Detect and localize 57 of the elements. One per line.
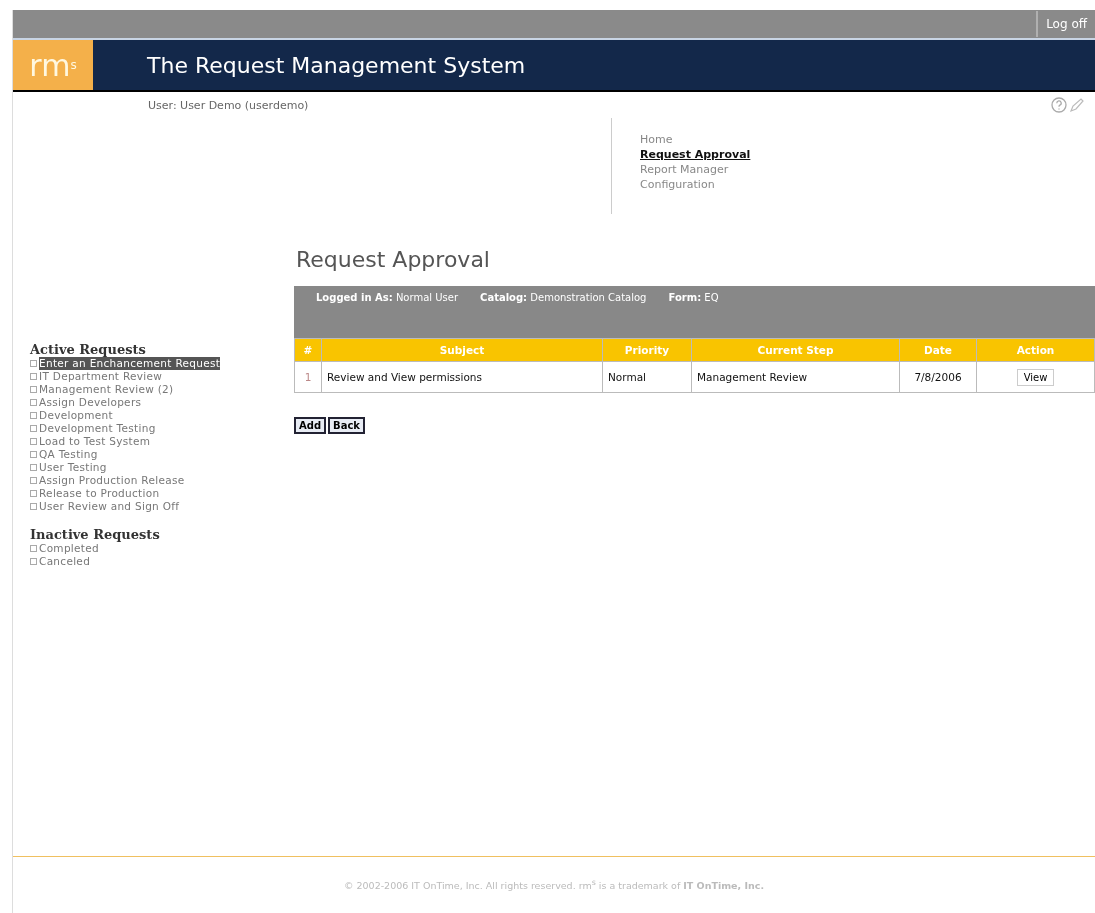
square-icon <box>30 399 37 406</box>
square-icon <box>30 412 37 419</box>
square-icon <box>30 503 37 510</box>
column-header: Action <box>976 338 1095 362</box>
info-text: Logged in As: Normal User <box>316 292 459 305</box>
table-cell: Review and View permissions <box>321 361 603 393</box>
sidebar-item[interactable]: Enter an Enchancement Request <box>39 357 221 370</box>
column-header: Subject <box>321 338 603 362</box>
sidebar-item[interactable]: User Review and Sign Off <box>39 500 180 513</box>
sidebar-item[interactable]: Release to Production <box>39 487 160 500</box>
square-icon <box>30 425 37 432</box>
sidebar-item[interactable]: User Testing <box>39 461 107 474</box>
sidebar-item[interactable]: Development <box>39 409 113 422</box>
table-cell: 7/8/2006 <box>899 361 977 393</box>
nav-link[interactable]: Configuration <box>640 177 751 192</box>
column-header: Priority <box>602 338 692 362</box>
info-text: Catalog: Demonstration Catalog <box>480 292 647 305</box>
sidebar-item[interactable]: Load to Test System <box>39 435 151 448</box>
column-header: # <box>294 338 322 362</box>
logo: rm$^{s}$ <box>13 40 93 90</box>
sidebar-item[interactable]: IT Department Review <box>39 370 163 383</box>
square-icon <box>30 477 37 484</box>
nav-link[interactable]: Report Manager <box>640 162 751 177</box>
pen-icon[interactable] <box>1069 97 1085 113</box>
sidebar-item[interactable]: QA Testing <box>39 448 98 461</box>
square-icon <box>30 558 37 565</box>
info-text: Form: EQ <box>668 292 719 305</box>
view-button[interactable]: View <box>1016 368 1055 386</box>
square-icon <box>30 373 37 380</box>
square-icon <box>30 451 37 458</box>
nav-link[interactable]: Home <box>640 132 751 147</box>
square-icon <box>30 386 37 393</box>
sidebar-item[interactable]: Canceled <box>39 555 91 568</box>
square-icon <box>30 464 37 471</box>
sidebar-item[interactable]: Assign Production Release <box>39 474 185 487</box>
help-icon[interactable] <box>1051 97 1067 113</box>
square-icon <box>30 360 37 367</box>
square-icon <box>30 545 37 552</box>
form-button[interactable]: Add <box>294 417 327 434</box>
column-header: Date <box>899 338 977 362</box>
form-button[interactable]: Back <box>328 417 365 434</box>
user-label: User: User Demo (userdemo) <box>148 98 310 112</box>
section-heading: Inactive Requests <box>30 527 161 542</box>
table-cell: 1 <box>294 361 322 393</box>
nav-link[interactable]: Request Approval <box>640 147 751 162</box>
column-header: Current Step <box>691 338 900 362</box>
table-cell: Management Review <box>691 361 900 393</box>
square-icon <box>30 438 37 445</box>
sidebar-item[interactable]: Completed <box>39 542 99 555</box>
sidebar-item[interactable]: Assign Developers <box>39 396 142 409</box>
app-title: The Request Management System <box>147 52 526 78</box>
table-cell: Normal <box>602 361 692 393</box>
section-heading: Active Requests <box>30 342 147 357</box>
sidebar-item[interactable]: Development Testing <box>39 422 156 435</box>
sidebar-item[interactable]: Management Review (2) <box>39 383 174 396</box>
page-title: Request Approval <box>296 247 491 272</box>
square-icon <box>30 490 37 497</box>
